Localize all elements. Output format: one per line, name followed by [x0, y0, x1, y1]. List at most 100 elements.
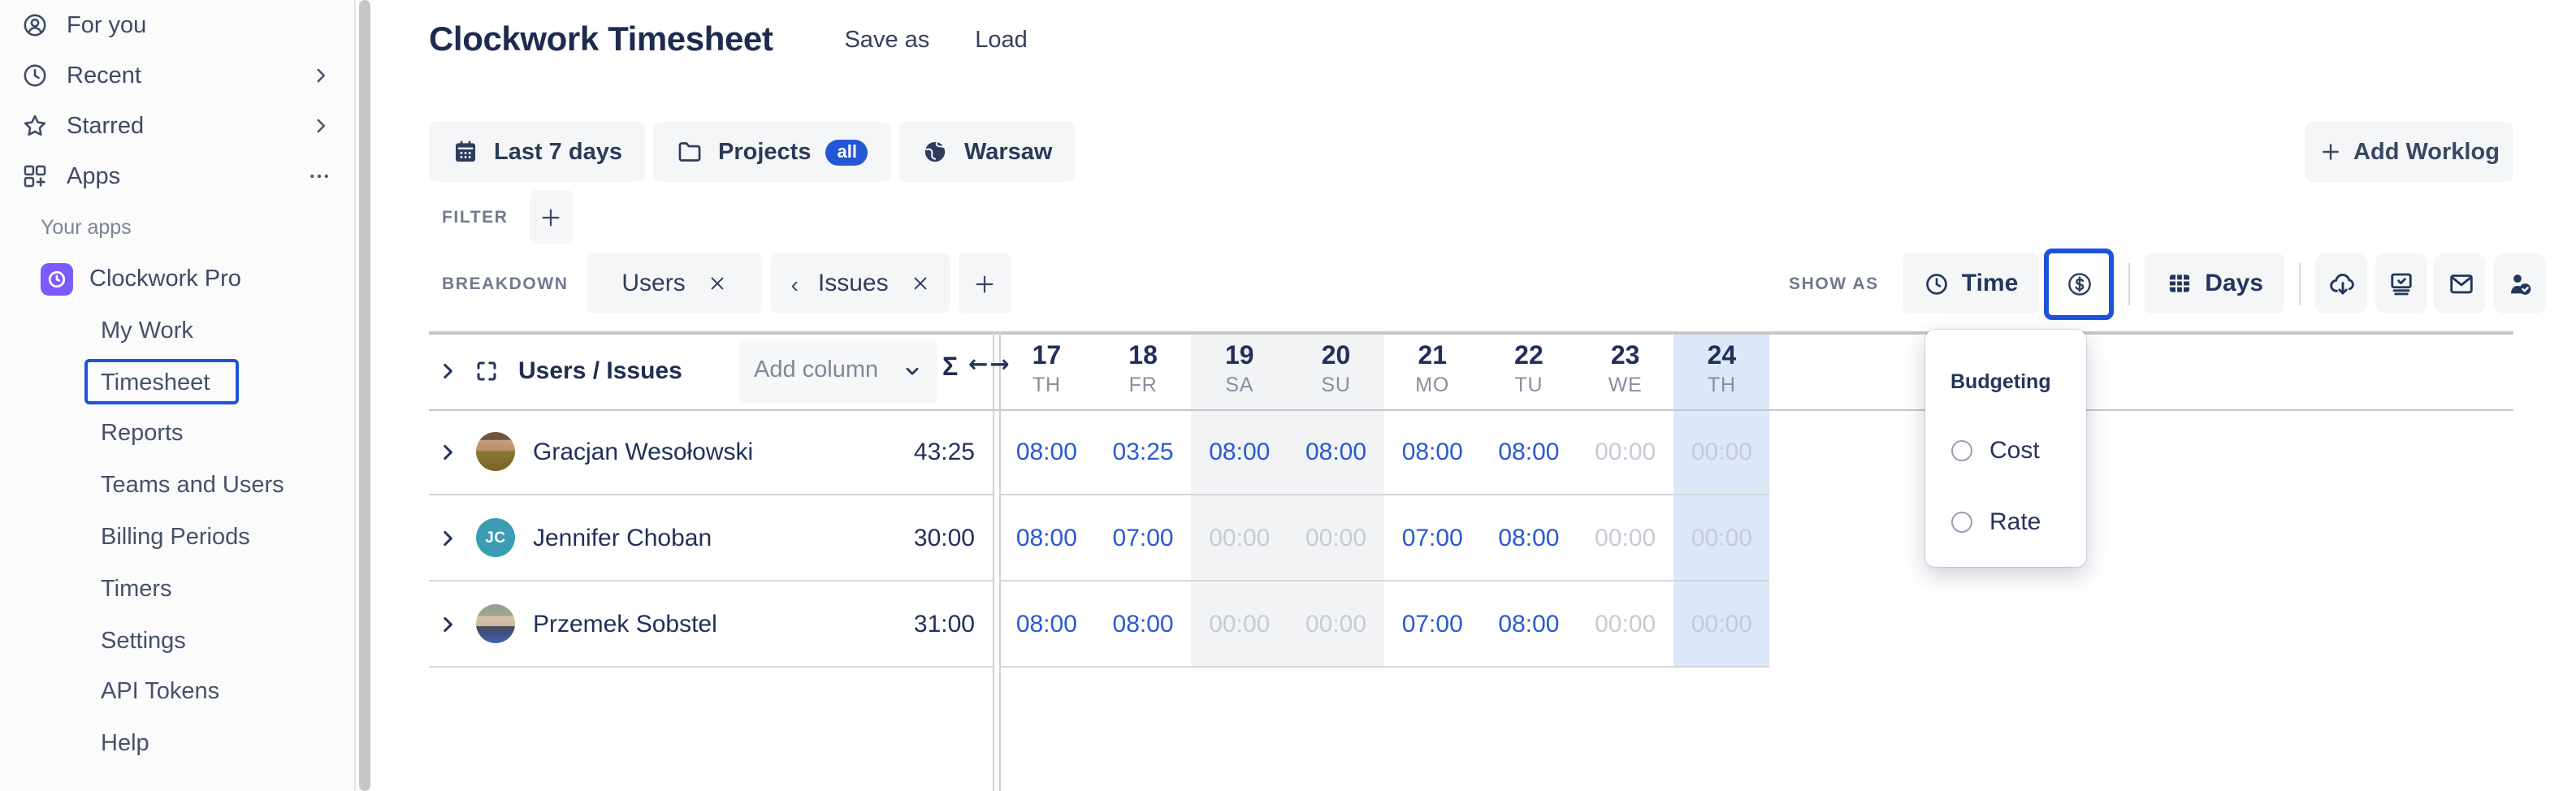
- sidebar-item-reports[interactable]: Reports: [0, 408, 354, 460]
- timesheet-approvals-button[interactable]: [2375, 253, 2427, 313]
- time-cell[interactable]: 08:00: [1095, 582, 1192, 668]
- radio-button[interactable]: [1950, 440, 1972, 461]
- budgeting-option-cost[interactable]: Cost: [1950, 437, 2040, 465]
- time-cell[interactable]: 00:00: [1191, 582, 1288, 668]
- row-expand-chevron-icon[interactable]: [437, 614, 463, 635]
- sidebar-item-help[interactable]: Help: [0, 719, 354, 771]
- breakdown-chip-users[interactable]: Users: [587, 253, 762, 313]
- column-resize-handle[interactable]: ←→: [968, 352, 1011, 378]
- totals-toggle[interactable]: Σ: [942, 354, 958, 383]
- page-header: Clockwork Timesheet Save as Load: [429, 21, 1028, 60]
- day-header: 21MO: [1384, 331, 1481, 409]
- time-cell[interactable]: 08:00: [1481, 582, 1578, 668]
- time-cell[interactable]: 08:00: [1288, 409, 1384, 495]
- table-grid-icon: [2166, 270, 2193, 297]
- time-cell[interactable]: 07:00: [1384, 582, 1481, 668]
- time-cell[interactable]: 00:00: [1673, 409, 1770, 495]
- row-expand-chevron-icon[interactable]: [437, 441, 463, 462]
- sidebar-item-recent[interactable]: Recent: [0, 50, 354, 101]
- sidebar-item-teams-and-users[interactable]: Teams and Users: [0, 460, 354, 512]
- user-approval-button[interactable]: [2493, 253, 2545, 313]
- projects-chip[interactable]: Projects all: [653, 122, 891, 182]
- time-cell[interactable]: 07:00: [1095, 495, 1192, 581]
- add-breakdown-button[interactable]: [959, 253, 1011, 313]
- time-cell[interactable]: 00:00: [1191, 495, 1288, 581]
- app-grid-icon: [21, 162, 49, 190]
- user-name: Przemek Sobstel: [533, 611, 717, 638]
- breakdown-chip-issues[interactable]: ‹ Issues: [770, 253, 950, 313]
- budgeting-menu: Budgeting Cost Rate: [1924, 330, 2085, 567]
- fullscreen-icon[interactable]: [474, 358, 499, 383]
- app-window: For you Recent Starred: [0, 0, 2576, 791]
- date-range-chip[interactable]: Last 7 days: [429, 122, 645, 182]
- save-as-button[interactable]: Save as: [844, 28, 929, 54]
- time-cell[interactable]: 03:25: [1095, 409, 1192, 495]
- date-range-label: Last 7 days: [494, 139, 622, 165]
- chevron-right-icon: [310, 65, 331, 86]
- table-row: JC Jennifer Choban 30:00: [429, 495, 993, 581]
- time-cell[interactable]: 08:00: [1191, 409, 1288, 495]
- sidebar-app-clockwork-pro[interactable]: Clockwork Pro: [0, 253, 354, 305]
- add-worklog-button[interactable]: Add Worklog: [2305, 122, 2513, 182]
- mail-icon: [2446, 270, 2474, 297]
- row-expand-chevron-icon[interactable]: [437, 527, 463, 548]
- sidebar-item-timers[interactable]: Timers: [0, 564, 354, 616]
- avatar: [476, 432, 515, 471]
- time-cell[interactable]: 00:00: [1577, 582, 1673, 668]
- sidebar-item-apps[interactable]: Apps: [0, 151, 354, 201]
- export-button[interactable]: [2315, 253, 2367, 313]
- sidebar-item-timesheet[interactable]: Timesheet: [0, 357, 354, 409]
- add-column-select[interactable]: Add column: [739, 339, 937, 403]
- remove-issues-icon[interactable]: [911, 274, 929, 292]
- calendar-icon: [452, 138, 479, 166]
- time-cell[interactable]: 00:00: [1577, 409, 1673, 495]
- table-header-border: [429, 408, 2513, 411]
- time-cell[interactable]: 08:00: [1384, 409, 1481, 495]
- cloud-download-icon: [2327, 270, 2355, 297]
- budgeting-menu-title: Budgeting: [1950, 370, 2051, 393]
- time-cell[interactable]: 08:00: [1481, 495, 1578, 581]
- ellipsis-icon[interactable]: [307, 164, 331, 188]
- add-column-placeholder: Add column: [754, 359, 878, 384]
- add-filter-button[interactable]: [530, 190, 574, 244]
- time-cell[interactable]: 00:00: [1288, 582, 1384, 668]
- time-cell[interactable]: 08:00: [998, 409, 1095, 495]
- sidebar-item-billing-periods[interactable]: Billing Periods: [0, 512, 354, 564]
- sidebar-app-label: Clockwork Pro: [89, 266, 241, 292]
- sidebar-item-settings[interactable]: Settings: [0, 616, 354, 668]
- filter-chips-row: Last 7 days Projects all Warsaw: [429, 122, 1075, 182]
- show-as-budget-button[interactable]: [2044, 248, 2114, 319]
- time-cell[interactable]: 08:00: [998, 495, 1095, 581]
- time-cell[interactable]: 00:00: [1577, 495, 1673, 581]
- sidebar-item-label: Apps: [67, 163, 120, 189]
- sidebar-item-api-tokens[interactable]: API Tokens: [0, 667, 354, 719]
- move-left-icon[interactable]: ‹: [791, 270, 799, 296]
- time-cell[interactable]: 08:00: [998, 582, 1095, 668]
- sidebar-scrollbar[interactable]: [359, 0, 370, 791]
- breakdown-chip-label: Users: [621, 270, 685, 297]
- show-as-days-button[interactable]: Days: [2145, 253, 2284, 313]
- folder-icon: [676, 138, 704, 166]
- user-total: 31:00: [914, 611, 993, 638]
- remove-users-icon[interactable]: [708, 274, 726, 292]
- sidebar-item-for-you[interactable]: For you: [0, 0, 354, 50]
- time-cell[interactable]: 00:00: [1288, 495, 1384, 581]
- sidebar-item-my-work[interactable]: My Work: [0, 305, 354, 357]
- day-header: 18FR: [1095, 331, 1192, 409]
- radio-button[interactable]: [1950, 512, 1972, 533]
- table-row: Przemek Sobstel 31:00: [429, 582, 993, 668]
- mail-button[interactable]: [2434, 253, 2486, 313]
- time-cell[interactable]: 08:00: [1481, 409, 1578, 495]
- filter-label: FILTER: [442, 207, 509, 227]
- expand-all-chevron-icon[interactable]: [437, 360, 463, 381]
- budgeting-option-rate[interactable]: Rate: [1950, 508, 2041, 536]
- time-cell[interactable]: 00:00: [1673, 582, 1770, 668]
- show-as-time-button[interactable]: Time: [1903, 253, 2040, 313]
- sidebar-item-starred[interactable]: Starred: [0, 101, 354, 151]
- load-button[interactable]: Load: [975, 28, 1028, 54]
- timezone-label: Warsaw: [964, 139, 1053, 165]
- time-cell[interactable]: 00:00: [1673, 495, 1770, 581]
- column-divider: [998, 331, 1000, 791]
- time-cell[interactable]: 07:00: [1384, 495, 1481, 581]
- timezone-chip[interactable]: Warsaw: [899, 122, 1076, 182]
